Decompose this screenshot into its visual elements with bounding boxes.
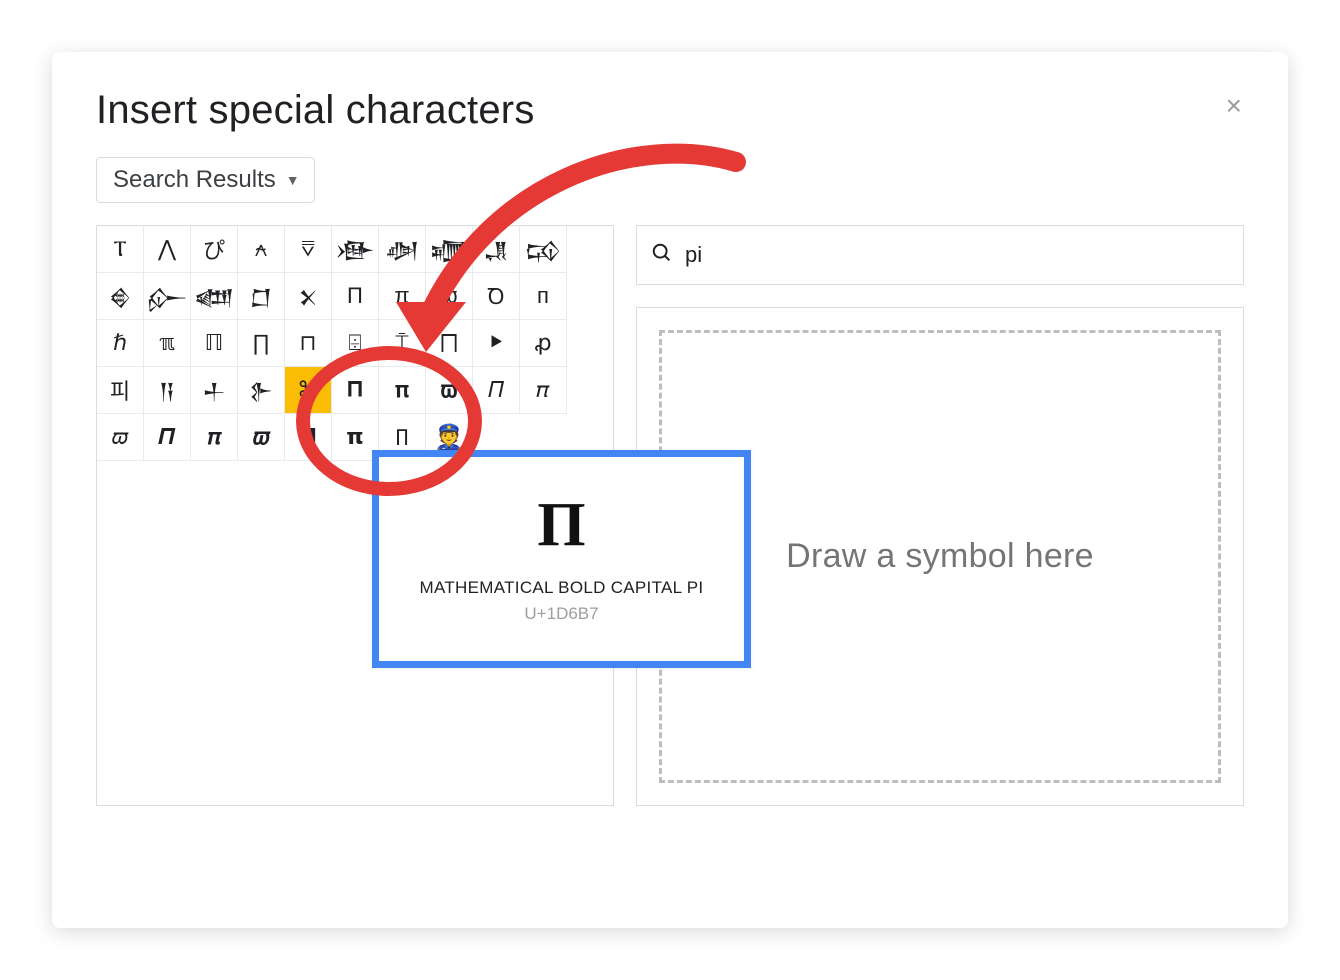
character-cell[interactable]: 𝜋 [520, 367, 567, 414]
character-cell[interactable]: Ꝺ [473, 273, 520, 320]
character-cell[interactable]: 𝜫 [144, 414, 191, 461]
character-cell[interactable]: 𒆸 [238, 273, 285, 320]
character-cell[interactable]: 𝛑 [379, 367, 426, 414]
close-button[interactable]: × [1226, 92, 1242, 120]
character-cell[interactable]: ⯈ [473, 320, 520, 367]
character-cell[interactable]: 𒅎 [144, 273, 191, 320]
character-cell[interactable]: Ⲧ [97, 226, 144, 273]
character-grid: Ⲧ⋀ぴ⍲⩢𒀟𒀣𒁾𒂗𒄘 𒄵𒅎𒅘𒆸𒉽ΠπϖꝹᴨ ℏℼℿ∏⊓⌹⍑⨅⯈ꝓ 피𒀀𒈦𒉿⌘𝚷𝛑𝛡𝛱𝜋… [97, 226, 613, 461]
character-cell[interactable]: ℏ [97, 320, 144, 367]
dialog-title: Insert special characters [96, 88, 1244, 133]
character-cell[interactable]: ∏ [238, 320, 285, 367]
tooltip-glyph: Π [537, 494, 585, 556]
character-cell[interactable]: ⩢ [285, 226, 332, 273]
category-dropdown[interactable]: Search Results ▼ [96, 157, 315, 203]
character-cell[interactable]: π [379, 273, 426, 320]
character-cell[interactable]: 𒂗 [473, 226, 520, 273]
search-icon [651, 242, 673, 269]
tooltip-codepoint: U+1D6B7 [524, 604, 598, 624]
character-cell[interactable]: 𝜛 [97, 414, 144, 461]
character-cell[interactable]: 𒉽 [285, 273, 332, 320]
character-cell[interactable]: 𒄵 [97, 273, 144, 320]
character-cell[interactable]: 𒅘 [191, 273, 238, 320]
character-cell[interactable]: ℼ [144, 320, 191, 367]
draw-placeholder: Draw a symbol here [786, 537, 1094, 576]
character-cell[interactable]: 𒀟 [332, 226, 379, 273]
character-cell[interactable]: ℿ [191, 320, 238, 367]
character-cell[interactable]: ⊓ [285, 320, 332, 367]
search-box[interactable] [636, 225, 1244, 285]
character-cell[interactable]: 𝝅 [191, 414, 238, 461]
dropdown-label: Search Results [113, 166, 276, 194]
character-cell[interactable]: 𒄘 [520, 226, 567, 273]
tooltip-name: MATHEMATICAL BOLD CAPITAL PI [420, 578, 704, 598]
character-cell[interactable]: 𒀀 [144, 367, 191, 414]
character-cell[interactable]: 𝝕 [238, 414, 285, 461]
character-cell[interactable]: Π [332, 273, 379, 320]
character-cell[interactable]: 𝛡 [426, 367, 473, 414]
character-cell[interactable]: ⌘ [285, 367, 332, 414]
character-cell[interactable]: ⋀ [144, 226, 191, 273]
character-cell[interactable]: ᴨ [520, 273, 567, 320]
character-cell[interactable]: ぴ [191, 226, 238, 273]
character-cell[interactable]: 𝝥 [285, 414, 332, 461]
character-cell[interactable]: ⨅ [426, 320, 473, 367]
character-cell[interactable]: 𒁾 [426, 226, 473, 273]
character-cell[interactable]: ϖ [426, 273, 473, 320]
character-cell[interactable]: 피 [97, 367, 144, 414]
character-cell[interactable]: ⌹ [332, 320, 379, 367]
search-input[interactable] [683, 241, 1229, 269]
character-tooltip: Π MATHEMATICAL BOLD CAPITAL PI U+1D6B7 [372, 450, 751, 668]
character-cell[interactable]: 𒀣 [379, 226, 426, 273]
character-cell[interactable]: ⍲ [238, 226, 285, 273]
character-cell[interactable]: 𝛱 [473, 367, 520, 414]
character-cell[interactable]: 𒉿 [238, 367, 285, 414]
character-cell[interactable]: 𝚷 [332, 367, 379, 414]
character-cell[interactable]: ⍑ [379, 320, 426, 367]
chevron-down-icon: ▼ [286, 172, 300, 188]
character-cell[interactable]: 𒈦 [191, 367, 238, 414]
character-cell[interactable]: ꝓ [520, 320, 567, 367]
